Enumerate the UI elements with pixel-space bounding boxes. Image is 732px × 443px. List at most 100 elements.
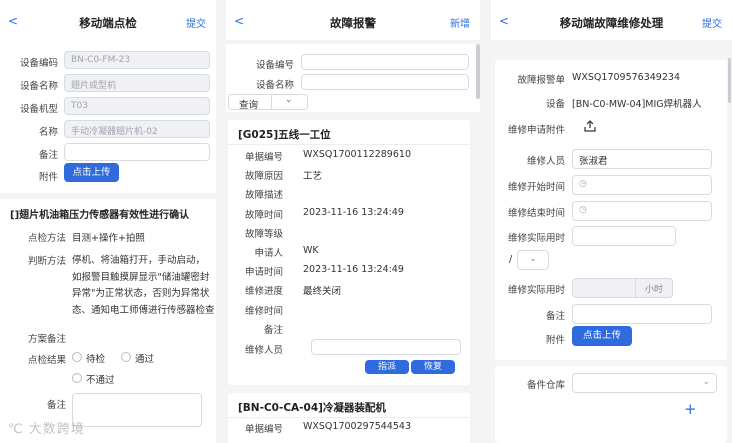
card-row: 故障原因 工艺: [228, 168, 458, 182]
note-label: 备注: [46, 400, 66, 411]
judge-line: 异常"为正常状态，否则为异常状: [72, 288, 210, 299]
submit-button[interactable]: 提交: [186, 15, 206, 30]
add-button[interactable]: 新增: [450, 15, 470, 30]
card-row: 故障时间 2023-11-16 13:24:49: [228, 207, 458, 221]
row-key: 维修人员: [244, 345, 283, 356]
remark-input[interactable]: [64, 143, 210, 161]
divider: [0, 193, 216, 199]
card-row: 备注: [228, 322, 458, 336]
repair-panel: < 移动端故障维修处理 提交 故障报警单 WXSQ1709576349234 设…: [491, 0, 732, 443]
divider: [228, 144, 470, 145]
card-row: 故障等级: [228, 226, 458, 240]
chevron-down-icon: ⌄: [529, 254, 537, 264]
row-key: 故障原因: [244, 171, 283, 183]
start-time-label: 维修开始时间: [507, 182, 565, 193]
page-title: 故障报警: [330, 16, 376, 30]
card-row: 维修时间: [228, 303, 458, 317]
row-value: WK: [303, 245, 319, 256]
card-title: [BN-C0-CA-04]冷凝器装配机: [238, 402, 386, 414]
radio-label: 不通过: [86, 375, 115, 386]
submit-button[interactable]: 提交: [702, 15, 722, 30]
field-label: 设备编码: [19, 58, 58, 69]
row-value: 最终关闭: [303, 286, 342, 298]
attach-label: 附件: [38, 172, 58, 183]
divider: [228, 417, 470, 418]
watermark-icon: ℃: [8, 422, 24, 437]
fault-card[interactable]: [G025]五线一工位 单据编号 WXSQ1700112289610 故障原因 工艺故…: [228, 120, 470, 385]
judge-line: 停机、将油箱打开，手动启动，: [72, 255, 206, 266]
row-value: 工艺: [303, 171, 323, 183]
note-label: 备注: [545, 311, 565, 322]
inspection-panel: < 移动端点检 提交 设备编码 BN-C0-FM-23 设备名称 翅片成型机 设…: [0, 0, 216, 443]
judge-line: 态、通知电工师傅进行传感器检查: [72, 304, 215, 316]
note-input[interactable]: [572, 304, 712, 324]
plan-remark-label: 方案备注: [27, 334, 66, 345]
radio-pending[interactable]: [72, 352, 82, 362]
radio-label: 通过: [135, 354, 155, 365]
start-time-input[interactable]: ◷: [572, 175, 712, 195]
method-label: 点检方法: [27, 233, 66, 244]
scrollbar[interactable]: [728, 58, 731, 103]
order-label: 故障报警单: [517, 75, 565, 86]
device-code-field: BN-C0-FM-23: [64, 51, 210, 69]
result-label: 点检结果: [27, 355, 66, 366]
restore-button[interactable]: 恢复: [411, 360, 455, 374]
method-value: 目测+操作+拍照: [72, 233, 145, 244]
row-key: 申请人: [254, 248, 283, 259]
end-time-input[interactable]: ◷: [572, 201, 712, 221]
device-label: 设备: [545, 99, 565, 110]
chevron-down-icon: ⌄: [702, 377, 710, 387]
row-key: 单据编号: [244, 424, 283, 435]
card-row: 维修进度 最终关闭: [228, 283, 458, 297]
inspection-header: < 移动端点检 提交: [0, 0, 216, 40]
used-time-label: 维修实际用时: [507, 285, 565, 296]
card-row: 故障描述: [228, 187, 458, 201]
upload-icon[interactable]: [583, 119, 597, 133]
repair-person-input[interactable]: 张淑君: [572, 149, 712, 169]
row-key: 故障时间: [244, 209, 283, 221]
assign-button[interactable]: 指派: [365, 360, 409, 374]
row-value: WXSQ1700297544543: [303, 421, 411, 432]
watermark-logo: ℃ 大数跨境: [8, 418, 85, 437]
row-value: 2023-11-16 13:24:49: [303, 264, 404, 276]
field-label: 名称: [38, 127, 58, 138]
device-name-field: 翅片成型机: [64, 74, 210, 92]
repair-person-input[interactable]: [311, 339, 461, 355]
row-key: 故障描述: [244, 190, 283, 202]
judge-line: 如报警目触摸屏显示"储油罐密封: [72, 271, 210, 283]
upload-button[interactable]: 点击上传: [572, 326, 632, 346]
fault-card[interactable]: [BN-C0-CA-04]冷凝器装配机 单据编号 WXSQ17002975445…: [228, 393, 470, 443]
row-key: 备注: [263, 324, 283, 336]
spare-warehouse-select[interactable]: ⌄: [572, 373, 717, 393]
card-row: 申请人 WK: [228, 245, 458, 259]
row-key: 单据编号: [244, 152, 283, 163]
add-icon[interactable]: +: [684, 400, 697, 418]
used-time-input[interactable]: [572, 226, 676, 246]
fault-alarm-panel: < 故障报警 新增 设备编号 设备名称 查询 ⌄ [G025]五线一工位 单据编…: [226, 0, 480, 443]
row-value: 2023-11-16 13:24:49: [303, 206, 404, 218]
divider: [271, 95, 272, 109]
device-code-search-input[interactable]: [301, 54, 469, 70]
device-value: [BN-C0-MW-04]MIG焊机器人: [572, 99, 702, 110]
scrollbar[interactable]: [476, 44, 480, 99]
note-textarea[interactable]: [72, 393, 202, 427]
unit-select[interactable]: ⌄: [517, 250, 549, 270]
upload-button[interactable]: 点击上传: [64, 163, 119, 182]
query-button[interactable]: 查询: [239, 97, 258, 111]
card-row: 单据编号 WXSQ1700112289610: [228, 149, 458, 163]
field-label: 设备机型: [19, 104, 58, 115]
field-label: 备注: [38, 150, 58, 161]
radio-fail[interactable]: [72, 373, 82, 383]
card-title: [G025]五线一工位: [238, 129, 331, 141]
fault-alarm-header: < 故障报警 新增: [226, 0, 480, 40]
row-key: 申请时间: [244, 267, 283, 279]
page-title: 移动端点检: [79, 16, 137, 30]
device-name-search-input[interactable]: [301, 74, 469, 90]
name-field: 手动冷凝器翅片机-02: [64, 120, 210, 138]
search-label: 设备编号: [255, 60, 294, 71]
person-label: 维修人员: [526, 156, 565, 167]
dropdown-icon[interactable]: ⌄: [285, 95, 293, 105]
clock-icon: ◷: [579, 179, 587, 189]
hours-suffix: 小时: [635, 278, 673, 298]
radio-pass[interactable]: [121, 352, 131, 362]
